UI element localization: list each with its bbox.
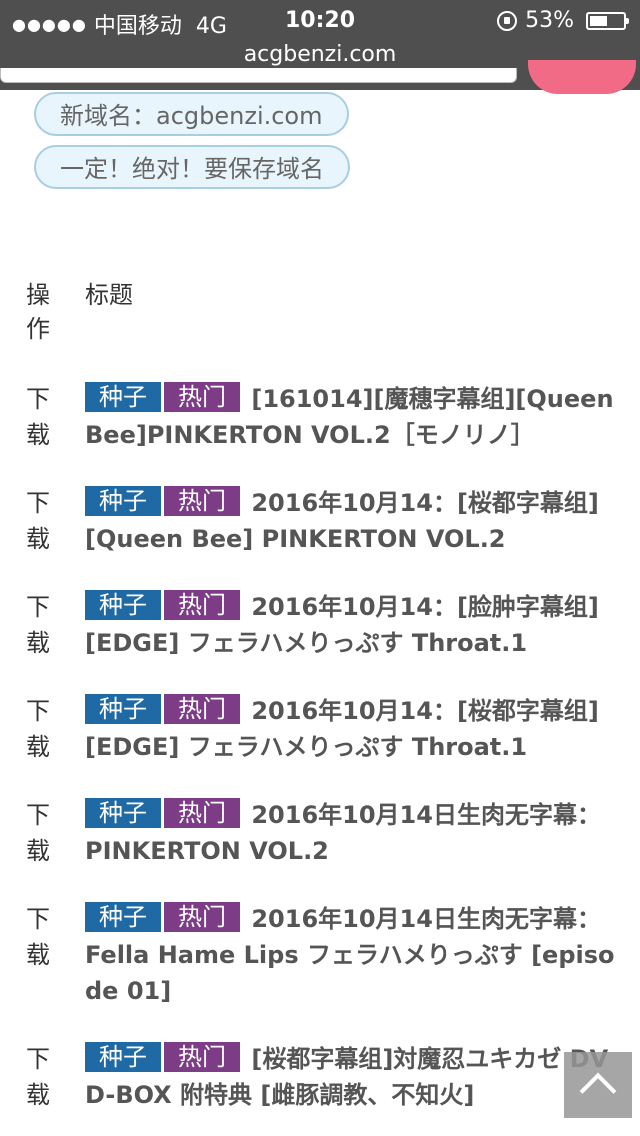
hot-tag[interactable]: 热门	[164, 1042, 240, 1072]
battery-icon	[586, 11, 629, 30]
download-link[interactable]: 下载	[26, 797, 52, 869]
seed-tag[interactable]: 种子	[85, 798, 161, 828]
row-title-link[interactable]: 2016年10月14：[脸肿字幕组][EDGE] フェラハメりっぷす Throa…	[85, 593, 599, 657]
download-link[interactable]: 下载	[26, 485, 52, 557]
hot-tag[interactable]: 热门	[164, 798, 240, 828]
search-input[interactable]	[0, 68, 517, 83]
seed-tag[interactable]: 种子	[85, 590, 161, 620]
download-link[interactable]: 下载	[26, 381, 52, 453]
chevron-up-icon	[579, 1072, 617, 1110]
seed-tag[interactable]: 种子	[85, 902, 161, 932]
row-title-link[interactable]: 2016年10月14日生肉无字幕：PINKERTON VOL.2	[85, 801, 601, 865]
download-link[interactable]: 下载	[26, 901, 52, 973]
seed-tag[interactable]: 种子	[85, 694, 161, 724]
new-domain-badge[interactable]: 新域名：acgbenzi.com	[34, 92, 349, 136]
rotation-lock-icon	[497, 10, 518, 31]
battery-percent: 53%	[525, 8, 574, 33]
row-title-link[interactable]: 2016年10月14：[桜都字幕组][Queen Bee] PINKERTON …	[85, 489, 599, 553]
download-link[interactable]: 下载	[26, 693, 52, 765]
hot-tag[interactable]: 热门	[164, 902, 240, 932]
column-header-op: 操作	[26, 281, 50, 343]
seed-tag[interactable]: 种子	[85, 382, 161, 412]
back-to-top-button[interactable]	[564, 1052, 632, 1118]
search-button[interactable]	[528, 60, 636, 94]
column-header-title: 标题	[85, 281, 133, 309]
hot-tag[interactable]: 热门	[164, 486, 240, 516]
hot-tag[interactable]: 热门	[164, 382, 240, 412]
row-title-link[interactable]: 2016年10月14：[桜都字幕组][EDGE] フェラハメりっぷす Throa…	[85, 697, 599, 761]
seed-tag[interactable]: 种子	[85, 1042, 161, 1072]
download-link[interactable]: 下载	[26, 589, 52, 661]
hot-tag[interactable]: 热门	[164, 590, 240, 620]
seed-tag[interactable]: 种子	[85, 486, 161, 516]
download-link[interactable]: 下载	[26, 1041, 52, 1113]
hot-tag[interactable]: 热门	[164, 694, 240, 724]
save-domain-badge[interactable]: 一定！绝对！要保存域名	[34, 145, 350, 189]
